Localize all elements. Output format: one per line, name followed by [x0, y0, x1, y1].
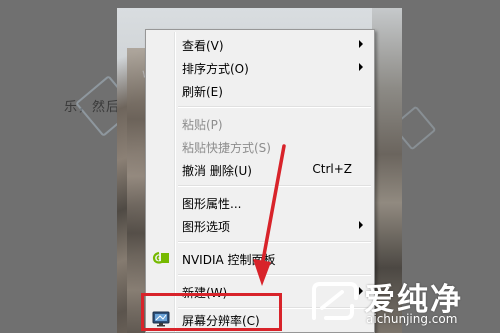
submenu-arrow-icon — [359, 63, 363, 71]
logo-url: aichunjing.com — [366, 312, 458, 326]
menu-item-graphics-properties[interactable]: 图形属性... — [148, 191, 372, 213]
menu-item-view[interactable]: 查看(V) — [148, 33, 372, 55]
menu-item-graphics-options[interactable]: 图形选项 — [148, 214, 372, 236]
menu-item-refresh[interactable]: 刷新(E) — [148, 79, 372, 101]
menu-separator — [178, 241, 371, 243]
aichunjing-logo-icon — [312, 282, 358, 320]
menu-separator — [178, 185, 371, 187]
menu-item-label: 撤消 删除(U) — [182, 164, 252, 178]
menu-item-shortcut: Ctrl+Z — [312, 162, 352, 176]
menu-item-label: 粘贴(P) — [182, 118, 223, 132]
menu-item-sort-by[interactable]: 排序方式(O) — [148, 56, 372, 78]
menu-item-label: 粘贴快捷方式(S) — [182, 141, 271, 155]
menu-item-paste: 粘贴(P) — [148, 112, 372, 134]
nvidia-icon — [152, 250, 170, 266]
submenu-arrow-icon — [359, 40, 363, 48]
menu-item-nvidia-control-panel[interactable]: NVIDIA 控制面板 — [148, 247, 372, 269]
menu-item-label: NVIDIA 控制面板 — [182, 253, 276, 267]
menu-item-paste-shortcut: 粘贴快捷方式(S) — [148, 135, 372, 157]
site-logo: 爱纯净 aichunjing.com — [300, 272, 500, 333]
highlight-box — [141, 293, 282, 331]
menu-item-label: 查看(V) — [182, 39, 224, 53]
menu-separator — [178, 106, 371, 108]
menu-item-label: 图形选项 — [182, 220, 231, 234]
menu-item-undo-delete[interactable]: 撤消 删除(U) Ctrl+Z — [148, 158, 372, 180]
menu-item-label: 刷新(E) — [182, 85, 223, 99]
menu-item-label: 图形属性... — [182, 197, 242, 211]
submenu-arrow-icon — [359, 221, 363, 229]
menu-item-label: 排序方式(O) — [182, 62, 249, 76]
